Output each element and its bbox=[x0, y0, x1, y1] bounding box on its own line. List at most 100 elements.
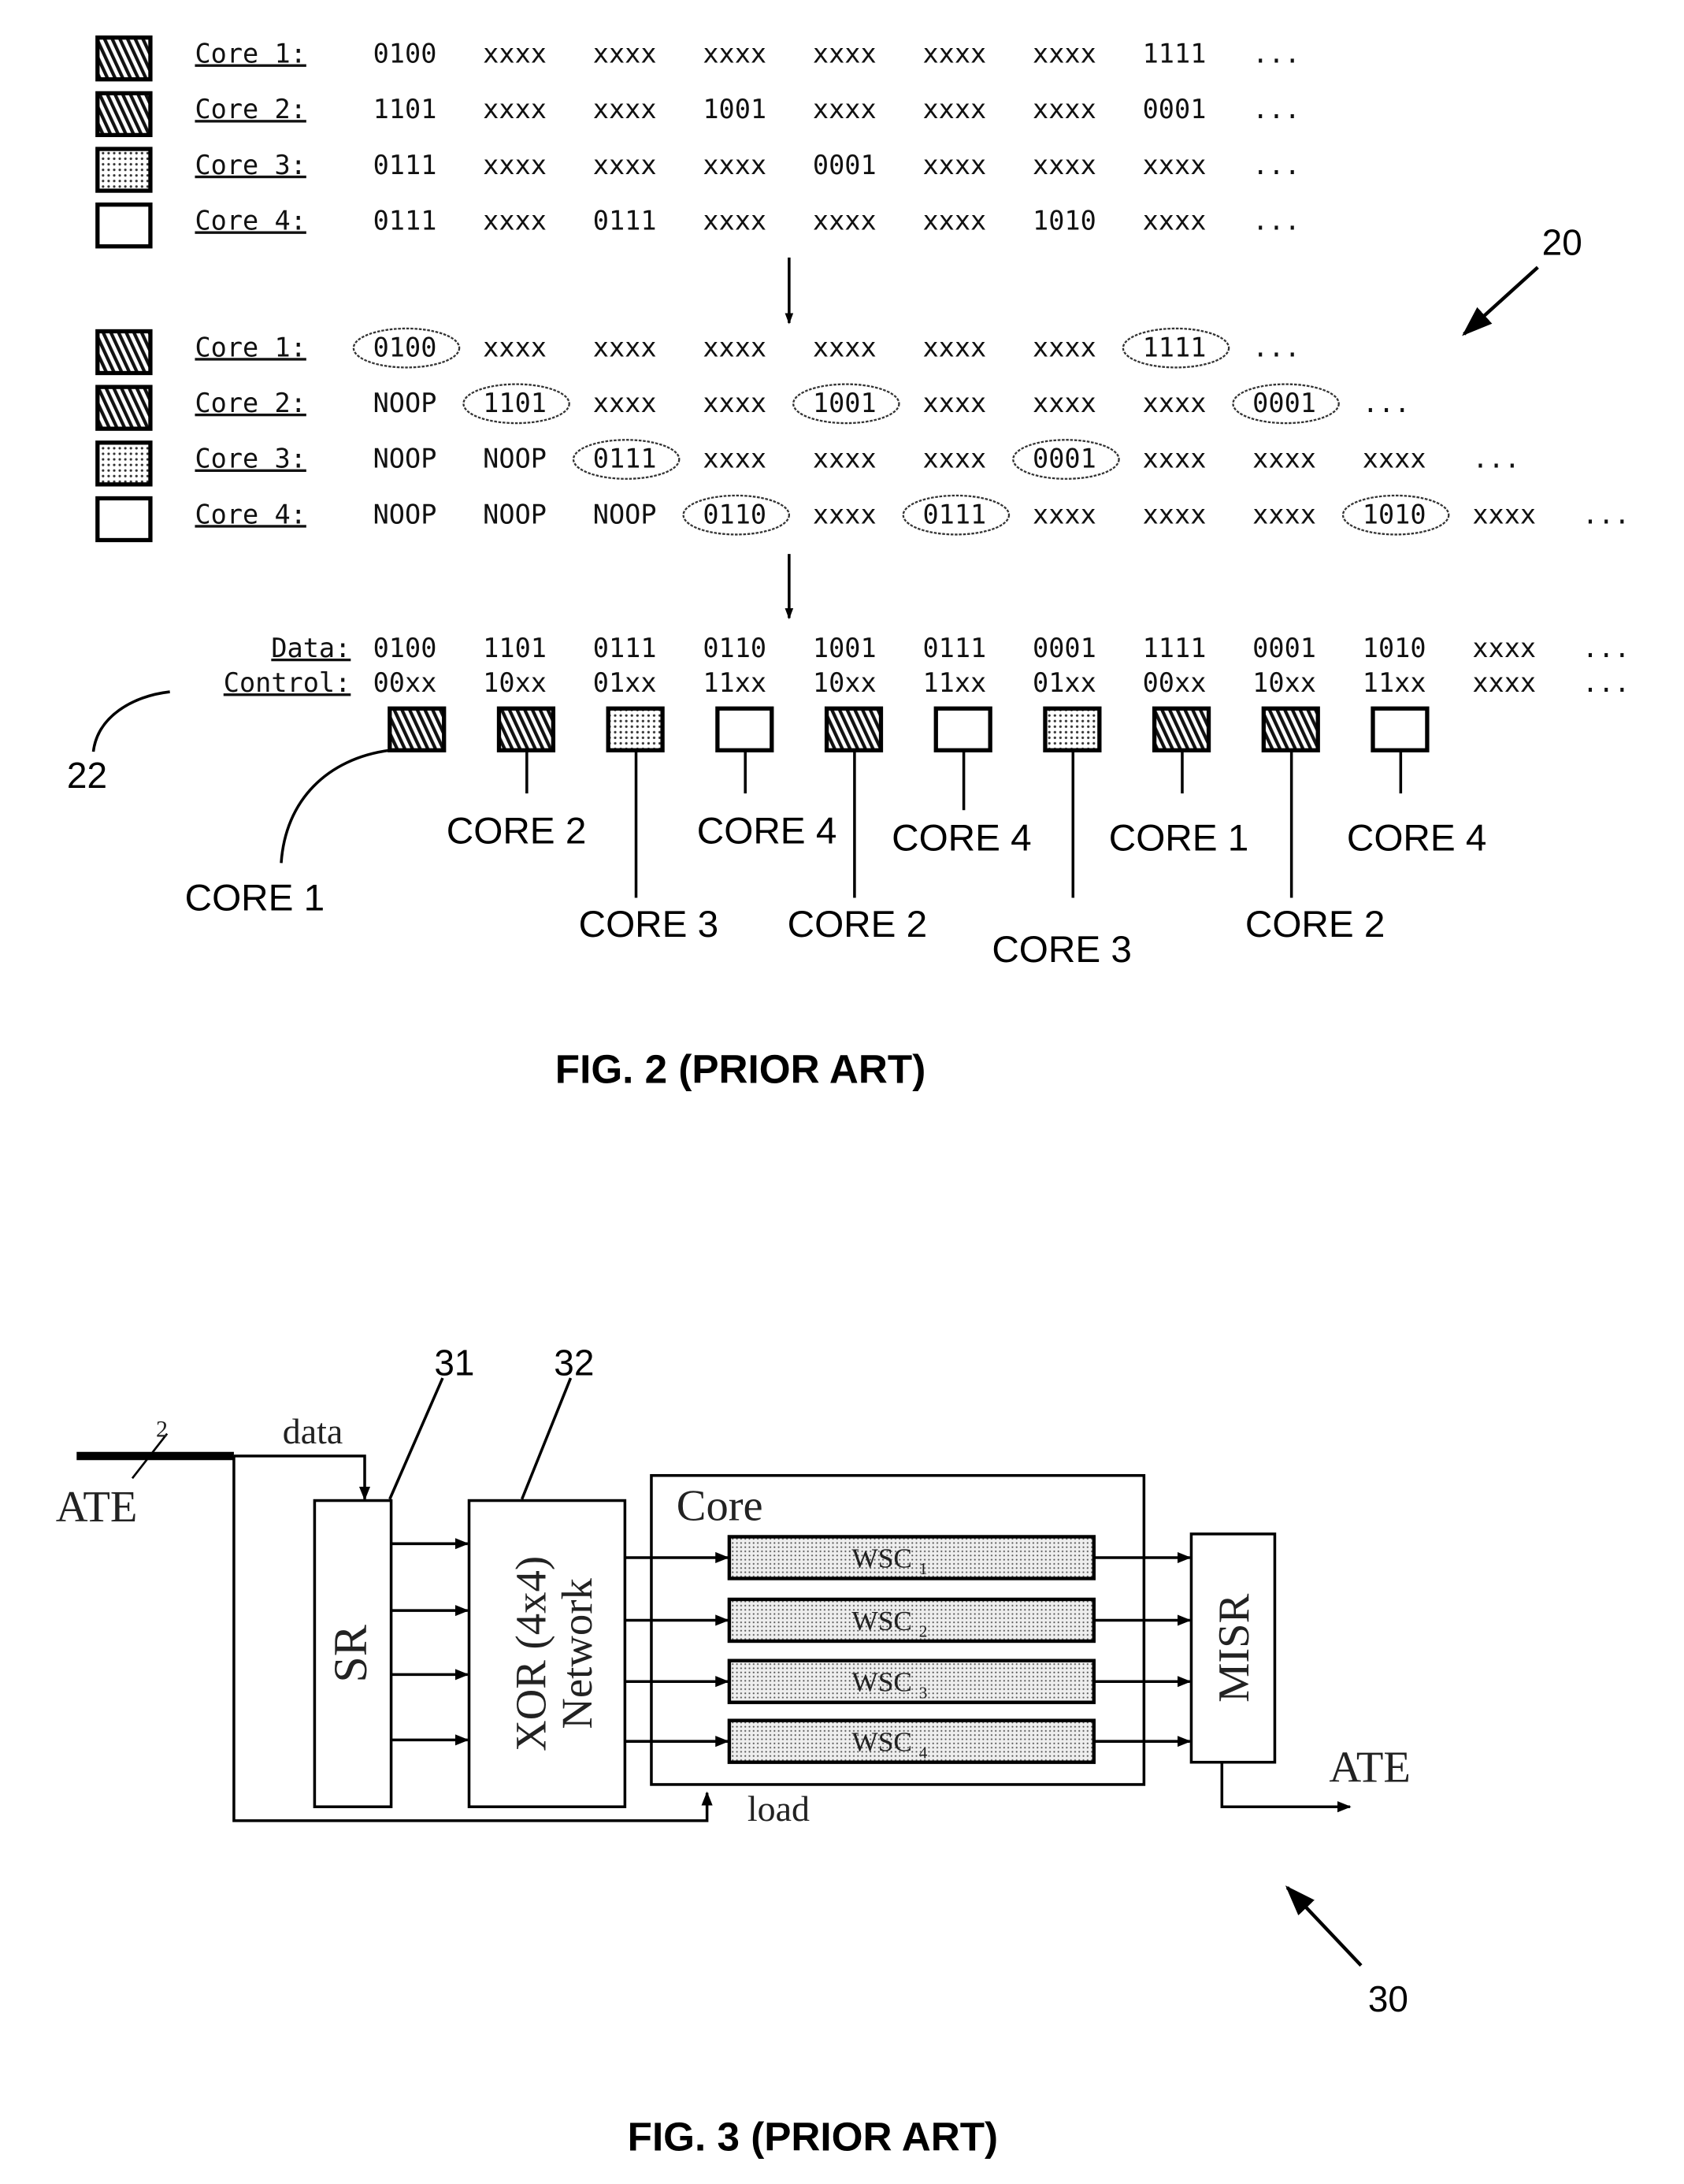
stream-word: xxxx bbox=[813, 332, 877, 362]
core-label: Core 4: bbox=[195, 206, 306, 236]
stream-word: 0110 bbox=[703, 499, 766, 529]
reference-arrow-30 bbox=[1285, 1885, 1363, 1967]
stream-word: 0111 bbox=[593, 444, 657, 474]
stream-word: xxxx bbox=[1143, 150, 1207, 180]
slot-core-label: CORE 4 bbox=[1347, 817, 1487, 859]
control-word: 01xx bbox=[593, 667, 657, 698]
stream-word: xxxx bbox=[1033, 388, 1096, 418]
figure-3-caption: FIG. 3 (PRIOR ART) bbox=[628, 2115, 998, 2160]
stream-word: xxxx bbox=[813, 206, 877, 236]
reference-numeral-30: 30 bbox=[1368, 1978, 1408, 2019]
core-slot-box bbox=[1152, 706, 1211, 752]
sr-label: SR bbox=[324, 1625, 376, 1682]
stream-word: NOOP bbox=[593, 499, 657, 529]
stream-word: ... bbox=[1363, 388, 1411, 418]
control-word: 01xx bbox=[1033, 667, 1096, 698]
stream-word: xxxx bbox=[703, 150, 766, 180]
stream-word: 1001 bbox=[703, 94, 766, 124]
stream-word: xxxx bbox=[1143, 388, 1207, 418]
reference-leader-22 bbox=[91, 690, 170, 752]
control-word: xxxx bbox=[1472, 667, 1536, 698]
stream-word: xxxx bbox=[593, 388, 657, 418]
stream-word: 1111 bbox=[1143, 39, 1207, 69]
stream-word: xxxx bbox=[593, 150, 657, 180]
figure-3: 2 ATE data load SR 31 XOR (4x4) Network … bbox=[56, 1343, 1411, 2160]
core-label: Core 4: bbox=[195, 499, 306, 529]
stream-word: xxxx bbox=[703, 206, 766, 236]
core-legend-box bbox=[95, 91, 153, 138]
stream-word: NOOP bbox=[483, 444, 547, 474]
stream-word: 1010 bbox=[1033, 206, 1096, 236]
stream-word: 0111 bbox=[373, 150, 437, 180]
stream-word: xxxx bbox=[1033, 499, 1096, 529]
stream-word: 1101 bbox=[373, 94, 437, 124]
core-label: Core 2: bbox=[195, 94, 306, 124]
core-legend-box bbox=[95, 147, 153, 193]
control-word: ... bbox=[1582, 667, 1630, 698]
data-label: data bbox=[283, 1411, 343, 1451]
slot-leader-line bbox=[280, 748, 391, 864]
control-word: 11xx bbox=[922, 667, 986, 698]
stream-word: xxxx bbox=[922, 332, 986, 362]
stream-word: NOOP bbox=[373, 444, 437, 474]
core-legend-box bbox=[95, 496, 153, 543]
stream-word: xxxx bbox=[1033, 332, 1096, 362]
data-word: 1111 bbox=[1143, 633, 1207, 663]
stream-word: xxxx bbox=[593, 39, 657, 69]
control-word: 11xx bbox=[703, 667, 766, 698]
core-slot-box bbox=[1043, 706, 1102, 752]
stream-word: ... bbox=[1252, 332, 1300, 362]
core-slot-box bbox=[388, 706, 447, 752]
stream-word: xxxx bbox=[922, 39, 986, 69]
stream-word: xxxx bbox=[1472, 499, 1536, 529]
figure-2-caption: FIG. 2 (PRIOR ART) bbox=[555, 1047, 925, 1092]
stream-word: 0111 bbox=[373, 206, 437, 236]
control-word: 00xx bbox=[373, 667, 437, 698]
stream-word: xxxx bbox=[1363, 444, 1426, 474]
slot-core-label: CORE 2 bbox=[788, 904, 928, 945]
combined-stream: Data: Control: 0100 1101 0111 0110 1001 0111 0… bbox=[224, 633, 1630, 698]
stream-word: xxxx bbox=[1033, 94, 1096, 124]
misr-label: MISR bbox=[1210, 1593, 1259, 1703]
ate-output-label: ATE bbox=[1329, 1743, 1411, 1792]
stream-word: xxxx bbox=[483, 94, 547, 124]
stream-word: 1101 bbox=[483, 388, 547, 418]
data-word: 1010 bbox=[1363, 633, 1426, 663]
slot-core-label: CORE 4 bbox=[892, 817, 1032, 859]
reference-arrow-20 bbox=[1462, 266, 1539, 336]
slot-core-label: CORE 4 bbox=[697, 811, 837, 852]
data-word: 0001 bbox=[1252, 633, 1316, 663]
control-word: 11xx bbox=[1363, 667, 1426, 698]
stream-word: xxxx bbox=[483, 150, 547, 180]
stream-word: 0001 bbox=[813, 150, 877, 180]
stream-word: xxxx bbox=[813, 499, 877, 529]
slot-core-label: CORE 3 bbox=[579, 904, 719, 945]
slot-core-label: CORE 1 bbox=[185, 877, 325, 919]
reference-leader-31 bbox=[388, 1377, 444, 1500]
stream-word: NOOP bbox=[483, 499, 547, 529]
data-word: 0001 bbox=[1033, 633, 1096, 663]
load-label: load bbox=[747, 1788, 810, 1829]
stream-word: ... bbox=[1252, 39, 1300, 69]
data-word: 0100 bbox=[373, 633, 437, 663]
stream-word: 0111 bbox=[922, 499, 986, 529]
stream-word: xxxx bbox=[1143, 499, 1207, 529]
core-legend-box bbox=[95, 384, 153, 431]
reference-numeral-22: 22 bbox=[67, 755, 107, 796]
original-core-streams: Core 1: 0100 xxxx xxxx xxxx xxxx xxxx xxxx 1111.… bbox=[95, 35, 1300, 249]
stream-word: xxxx bbox=[813, 444, 877, 474]
stream-word: xxxx bbox=[593, 332, 657, 362]
data-label: Data: bbox=[271, 633, 351, 663]
slot-core-label: CORE 1 bbox=[1109, 817, 1249, 859]
core-label: Core 2: bbox=[195, 388, 306, 418]
core-slot-box bbox=[1371, 706, 1430, 752]
core-slot-boxes: CORE 1 CORE 2 CORE 3 CORE 4 CORE 2 CORE 4 CORE… bbox=[185, 706, 1487, 971]
reference-numeral-31: 31 bbox=[434, 1343, 474, 1384]
control-word: 00xx bbox=[1143, 667, 1207, 698]
stream-word: 1001 bbox=[813, 388, 877, 418]
stream-word: NOOP bbox=[373, 388, 437, 418]
core-slot-box bbox=[933, 706, 992, 752]
reference-leader-32 bbox=[521, 1377, 573, 1500]
stream-word: ... bbox=[1472, 444, 1520, 474]
stream-word: xxxx bbox=[483, 332, 547, 362]
